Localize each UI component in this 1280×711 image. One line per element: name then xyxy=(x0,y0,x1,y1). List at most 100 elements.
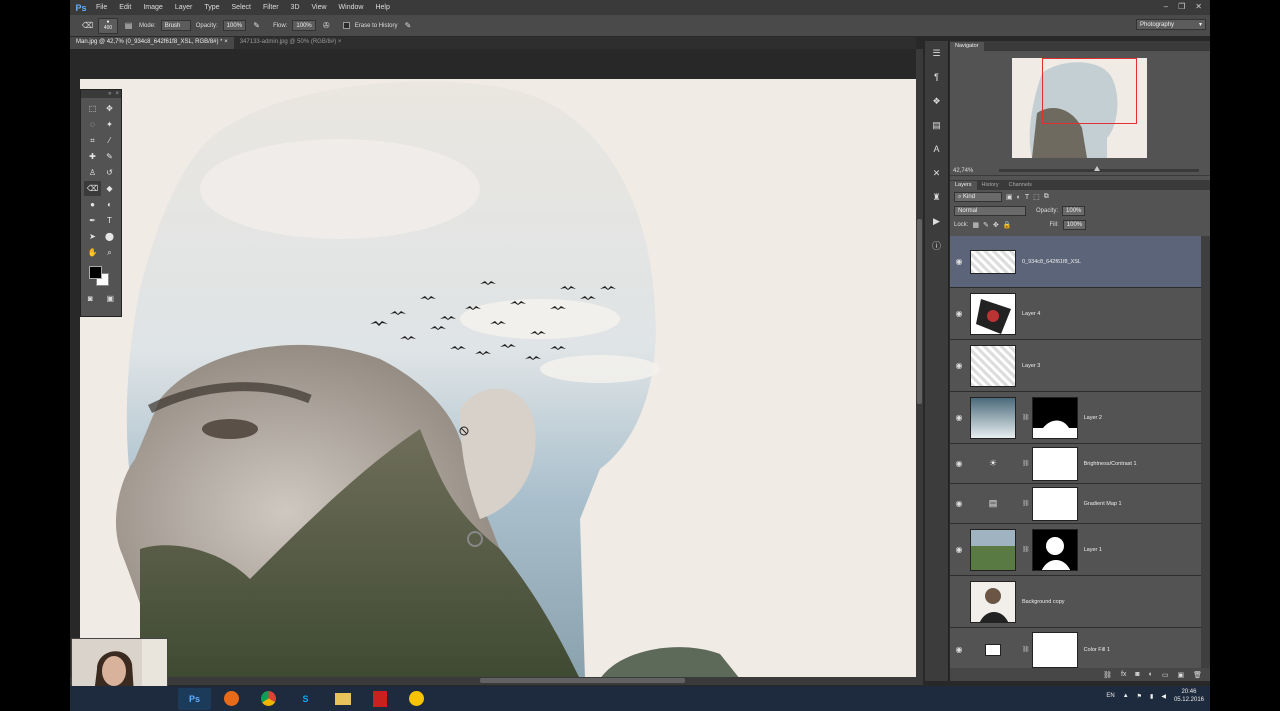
brush-size-picker[interactable]: ● 400 xyxy=(98,17,118,34)
healing-tool-icon[interactable]: ✚ xyxy=(84,149,101,164)
screen-mode-icon[interactable]: ▣ xyxy=(107,294,115,303)
shape-tool-icon[interactable]: ⬤ xyxy=(101,229,118,244)
lasso-tool-icon[interactable]: ◌ xyxy=(84,117,101,132)
new-group-icon[interactable]: ▭ xyxy=(1162,671,1169,679)
visibility-eye-icon[interactable]: ◉ xyxy=(950,361,968,370)
navigator-view-box[interactable] xyxy=(1042,58,1137,124)
layer-name[interactable]: Brightness/Contrast 1 xyxy=(1084,461,1137,467)
mask-link-icon[interactable]: ⛓ xyxy=(1022,546,1030,553)
eraser-tool-icon[interactable]: ⌫ xyxy=(82,20,93,31)
dodge-tool-icon[interactable]: ◐ xyxy=(101,197,118,212)
layer-name[interactable]: Layer 4 xyxy=(1022,311,1040,317)
quick-select-tool-icon[interactable]: ✦ xyxy=(101,117,118,132)
layer-name[interactable]: Color Fill 1 xyxy=(1084,647,1110,653)
menu-view[interactable]: View xyxy=(306,4,333,11)
canvas-area[interactable] xyxy=(70,49,916,685)
history-brush-tool-icon[interactable]: ↺ xyxy=(101,165,118,180)
zoom-slider-knob[interactable] xyxy=(1094,166,1101,171)
blur-tool-icon[interactable]: ● xyxy=(84,197,101,212)
menu-filter[interactable]: Filter xyxy=(257,4,285,11)
layers-scrollbar[interactable] xyxy=(1201,236,1210,676)
tools-icon[interactable]: ✕ xyxy=(925,161,948,185)
visibility-eye-icon[interactable]: ◉ xyxy=(950,459,968,468)
visibility-eye-icon[interactable]: ◉ xyxy=(950,499,968,508)
canvas-vertical-scrollbar[interactable] xyxy=(916,49,923,685)
pressure-size-icon[interactable]: ✎ xyxy=(402,20,413,31)
visibility-eye-icon[interactable]: ◉ xyxy=(950,545,968,554)
tab-man-jpg[interactable]: Man.jpg @ 42,7% (0_934c8_642f61f8_XSL, R… xyxy=(70,37,234,49)
layer-name[interactable]: Gradient Map 1 xyxy=(1084,501,1122,507)
brush-presets-icon[interactable]: ♜ xyxy=(925,185,948,209)
brush-panel-icon[interactable]: ▤ xyxy=(123,20,134,31)
document-canvas[interactable] xyxy=(80,79,916,679)
layer-name[interactable]: Layer 1 xyxy=(1084,547,1102,553)
workspace-select[interactable]: Photography ▾ xyxy=(1136,19,1206,30)
visibility-eye-icon[interactable]: ◉ xyxy=(950,645,968,654)
airbrush-icon[interactable]: ✇ xyxy=(321,20,332,31)
tools-panel-header[interactable]: «× xyxy=(81,90,121,98)
menu-3d[interactable]: 3D xyxy=(285,4,306,11)
actions-icon[interactable]: ▶ xyxy=(925,209,948,233)
lock-position-icon[interactable]: ✥ xyxy=(993,221,999,229)
menu-select[interactable]: Select xyxy=(226,4,257,11)
layer-row[interactable]: ◉ Layer 3 xyxy=(950,340,1201,392)
layer-row[interactable]: ◉ 0_934c8_642f61f8_XSL xyxy=(950,236,1201,288)
layer-row[interactable]: ◉ ⛓ Color Fill 1 xyxy=(950,628,1201,672)
zoom-value[interactable]: 42,74% xyxy=(953,168,973,174)
tab-layers[interactable]: Layers xyxy=(950,181,977,190)
visibility-eye-icon[interactable]: ◉ xyxy=(950,597,968,606)
minimize-button[interactable]: – xyxy=(1164,2,1168,11)
path-select-tool-icon[interactable]: ➤ xyxy=(84,229,101,244)
layer-row[interactable]: ◉ ▤ ⛓ Gradient Map 1 xyxy=(950,484,1201,524)
tab-channels[interactable]: Channels xyxy=(1004,181,1037,190)
layer-name[interactable]: Background copy xyxy=(1022,599,1065,605)
marquee-tool-icon[interactable]: ⬚ xyxy=(84,101,101,116)
stamp-tool-icon[interactable]: ♙ xyxy=(84,165,101,180)
menu-edit[interactable]: Edit xyxy=(113,4,137,11)
skype-taskbar-icon[interactable]: S xyxy=(289,688,322,710)
mode-select[interactable]: Brush xyxy=(160,20,191,31)
firefox-taskbar-icon[interactable] xyxy=(215,688,248,710)
quick-mask-icon[interactable]: ◙ xyxy=(88,294,93,303)
layer-opacity-input[interactable]: 100% xyxy=(1062,206,1086,216)
foreground-color-swatch[interactable] xyxy=(89,266,102,279)
adjustments-icon[interactable]: ▤ xyxy=(925,113,948,137)
language-indicator[interactable]: EN xyxy=(1106,693,1114,699)
info-icon[interactable]: ⓘ xyxy=(925,233,948,257)
restore-button[interactable]: ❐ xyxy=(1178,2,1185,11)
scroll-thumb[interactable] xyxy=(480,678,685,683)
brush-tool-icon[interactable]: ✎ xyxy=(101,149,118,164)
lock-pixels-icon[interactable]: ✎ xyxy=(983,221,989,229)
paint-bucket-tool-icon[interactable]: ◆ xyxy=(101,181,118,196)
filter-adjustment-icon[interactable]: ◐ xyxy=(1017,194,1021,201)
lock-all-icon[interactable]: 🔒 xyxy=(1003,221,1012,229)
pen-tool-icon[interactable]: ✒ xyxy=(84,213,101,228)
close-icon[interactable]: × xyxy=(338,39,342,45)
flag-icon[interactable]: ⚑ xyxy=(1137,693,1142,700)
menu-window[interactable]: Window xyxy=(333,4,370,11)
filter-smart-object-icon[interactable]: ⧉ xyxy=(1044,193,1049,201)
scroll-thumb[interactable] xyxy=(917,219,922,404)
add-mask-icon[interactable]: ◙ xyxy=(1135,671,1139,678)
layer-name[interactable]: Layer 2 xyxy=(1084,415,1102,421)
paragraph-icon[interactable]: ¶ xyxy=(925,65,948,89)
zoom-tool-icon[interactable]: ⌕ xyxy=(101,245,118,260)
fx-icon[interactable]: fx xyxy=(1121,671,1126,678)
layer-row[interactable]: ◉ ⛓ Layer 1 xyxy=(950,524,1201,576)
chrome-taskbar-icon[interactable] xyxy=(252,688,285,710)
filter-shape-icon[interactable]: ⬚ xyxy=(1033,193,1040,201)
zoom-slider[interactable] xyxy=(999,166,1200,172)
layer-row[interactable]: ◉ Background copy xyxy=(950,576,1201,628)
layer-name[interactable]: Layer 3 xyxy=(1022,363,1040,369)
close-icon[interactable]: × xyxy=(115,91,119,97)
lock-transparency-icon[interactable]: ▦ xyxy=(972,221,979,229)
new-layer-icon[interactable]: ▣ xyxy=(1177,671,1184,679)
visibility-eye-icon[interactable]: ◉ xyxy=(950,413,968,422)
mask-link-icon[interactable]: ⛓ xyxy=(1022,646,1030,653)
visibility-eye-icon[interactable]: ◉ xyxy=(950,309,968,318)
explorer-taskbar-icon[interactable] xyxy=(326,688,359,710)
filter-kind-select[interactable]: ⌕ Kind xyxy=(954,192,1002,202)
tab-navigator[interactable]: Navigator xyxy=(950,42,984,51)
tray-expand-icon[interactable]: ▲ xyxy=(1123,693,1129,699)
character-icon[interactable]: A xyxy=(925,137,948,161)
